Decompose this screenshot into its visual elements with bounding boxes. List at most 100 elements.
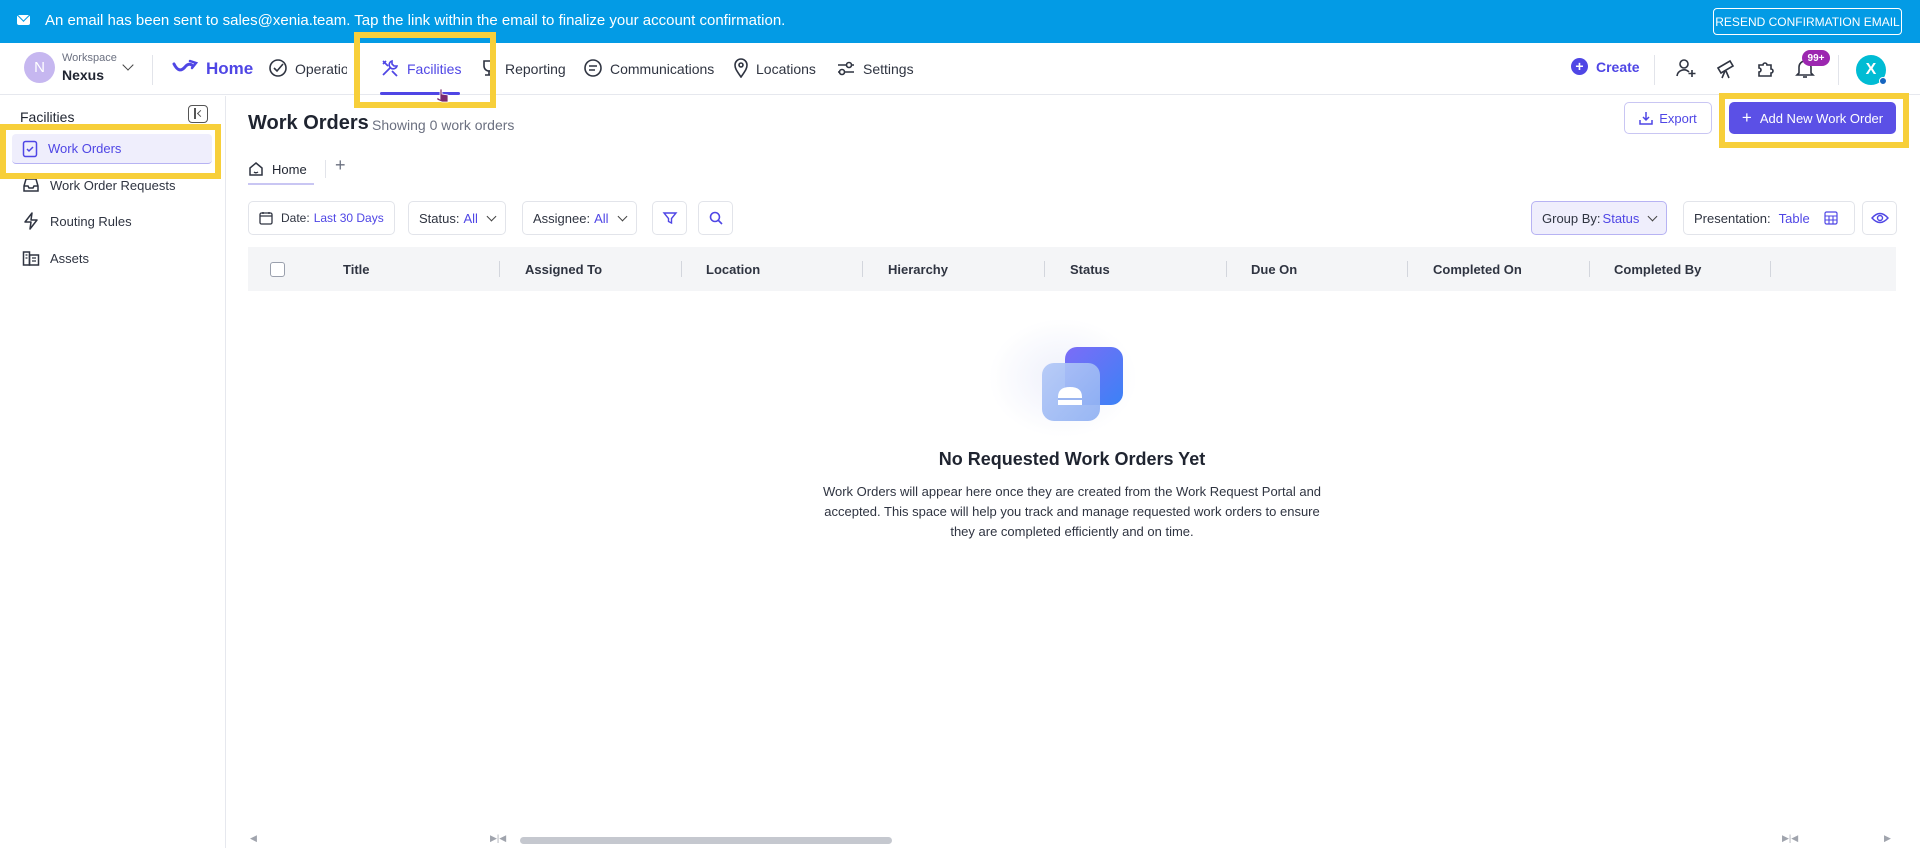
column-divider[interactable] — [1226, 261, 1227, 277]
column-divider[interactable] — [1044, 261, 1045, 277]
status-filter-value: All — [463, 210, 478, 226]
work-order-icon — [22, 140, 38, 158]
divider — [1838, 55, 1839, 85]
column-divider[interactable] — [681, 261, 682, 277]
date-filter[interactable]: Date: Last 30 Days — [248, 201, 395, 235]
nav-communications[interactable]: Communications — [583, 43, 714, 95]
assignee-filter-value: All — [594, 210, 609, 226]
work-order-count: Showing 0 work orders — [372, 117, 515, 133]
page-title: Work Orders — [248, 112, 369, 134]
sidebar-item-work-order-requests[interactable]: Work Order Requests — [12, 170, 212, 200]
column-divider[interactable] — [499, 261, 500, 277]
export-button[interactable]: Export — [1624, 102, 1712, 134]
nav-locations-label: Locations — [756, 61, 816, 77]
sidebar-item-label: Work Orders — [48, 141, 122, 156]
tools-icon — [380, 58, 400, 81]
puzzle-icon[interactable] — [1755, 57, 1777, 79]
filter-button[interactable] — [652, 201, 687, 235]
telescope-icon[interactable] — [1715, 57, 1737, 79]
sidebar-item-label: Work Order Requests — [50, 177, 176, 193]
presentation-value: Table — [1778, 210, 1810, 226]
empty-state-description: Work Orders will appear here once they a… — [814, 482, 1330, 542]
sidebar-item-routing-rules[interactable]: Routing Rules — [12, 206, 212, 236]
empty-state-line: they are completed efficiently and on ti… — [950, 524, 1194, 539]
scroll-left-icon[interactable]: ◀ — [250, 833, 257, 844]
sidebar-title: Facilities — [20, 109, 75, 125]
column-header-completed-by[interactable]: Completed By — [1614, 247, 1701, 291]
horizontal-scrollbar-thumb[interactable] — [520, 837, 892, 844]
nav-reporting[interactable]: Reporting — [480, 43, 566, 95]
location-pin-icon — [733, 57, 749, 81]
home-logo-icon — [171, 58, 199, 81]
nav-reporting-label: Reporting — [505, 61, 566, 77]
eye-icon — [1870, 211, 1889, 225]
nav-settings[interactable]: Settings — [836, 43, 914, 95]
sliders-icon — [836, 58, 856, 81]
filter-icon — [662, 210, 678, 226]
column-divider[interactable] — [1407, 261, 1408, 277]
chevron-down-icon[interactable] — [122, 59, 134, 71]
table-header: Title Assigned To Location Hierarchy Sta… — [248, 247, 1896, 291]
sidebar-item-assets[interactable]: Assets — [12, 243, 212, 273]
workspace-avatar[interactable]: N — [24, 52, 55, 83]
sidebar: Facilities Work Orders Work Order Reques… — [0, 96, 226, 848]
tab-home-label: Home — [272, 161, 307, 177]
group-by-label: Group By: — [1542, 210, 1601, 226]
nav-operations[interactable]: Operations — [268, 43, 347, 95]
select-all-checkbox[interactable] — [270, 262, 285, 277]
group-by-select[interactable]: Group By: Status — [1531, 201, 1668, 235]
sidebar-item-label: Assets — [50, 250, 90, 266]
collapse-sidebar-icon[interactable] — [188, 105, 208, 123]
nav-settings-label: Settings — [863, 61, 914, 77]
column-header-hierarchy[interactable]: Hierarchy — [888, 247, 948, 291]
plus-icon: + — [1741, 108, 1752, 127]
add-new-work-order-button[interactable]: + Add New Work Order — [1729, 102, 1896, 134]
status-filter[interactable]: Status: All — [408, 201, 506, 235]
nav-home[interactable]: Home — [171, 43, 253, 95]
chevron-down-icon — [617, 211, 627, 221]
tab-underline — [248, 183, 314, 185]
column-header-assigned-to[interactable]: Assigned To — [525, 247, 602, 291]
add-tab-button[interactable]: + — [335, 155, 346, 176]
divider — [152, 55, 153, 85]
visibility-button[interactable] — [1862, 201, 1897, 235]
workspace-name[interactable]: Nexus — [62, 67, 104, 83]
divider — [325, 160, 326, 178]
column-divider[interactable] — [862, 261, 863, 277]
resend-confirmation-button[interactable]: RESEND CONFIRMATION EMAIL — [1713, 8, 1902, 35]
sidebar-item-label: Routing Rules — [50, 213, 132, 229]
chat-icon — [583, 58, 603, 81]
calendar-icon — [259, 211, 273, 225]
assignee-filter-label: Assignee: — [533, 210, 591, 226]
nav-operations-label: Operations — [295, 61, 347, 77]
column-divider[interactable] — [1770, 261, 1771, 277]
column-divider[interactable] — [1589, 261, 1590, 277]
scroll-right-icon[interactable]: ▶ — [1884, 833, 1891, 844]
confirmation-banner: An email has been sent to sales@xenia.te… — [0, 0, 1920, 43]
assignee-filter[interactable]: Assignee: All — [522, 201, 637, 235]
create-button[interactable]: + Create — [1571, 58, 1640, 75]
column-header-completed-on[interactable]: Completed On — [1433, 247, 1522, 291]
presentation-select[interactable]: Presentation: Table — [1683, 201, 1855, 235]
mail-icon — [17, 15, 30, 25]
search-button[interactable] — [698, 201, 733, 235]
nav-locations[interactable]: Locations — [733, 43, 816, 95]
date-filter-value: Last 30 Days — [313, 211, 384, 225]
column-header-status[interactable]: Status — [1070, 247, 1110, 291]
status-filter-label: Status: — [419, 210, 460, 226]
table-grid-icon — [1824, 211, 1838, 225]
empty-state-line: accepted. This space will help you track… — [824, 504, 1320, 519]
sidebar-item-work-orders[interactable]: Work Orders — [12, 134, 212, 164]
tab-home[interactable]: Home — [248, 154, 307, 184]
column-header-due-on[interactable]: Due On — [1251, 247, 1297, 291]
export-label: Export — [1659, 110, 1697, 126]
column-header-location[interactable]: Location — [706, 247, 760, 291]
nav-home-label: Home — [206, 59, 254, 78]
group-by-value: Status — [1602, 210, 1640, 226]
column-header-title[interactable]: Title — [343, 247, 370, 291]
routing-icon — [22, 212, 40, 230]
divider — [1654, 55, 1655, 85]
trophy-icon — [480, 58, 498, 81]
empty-state-title: No Requested Work Orders Yet — [938, 449, 1206, 469]
add-user-icon[interactable] — [1675, 57, 1697, 79]
